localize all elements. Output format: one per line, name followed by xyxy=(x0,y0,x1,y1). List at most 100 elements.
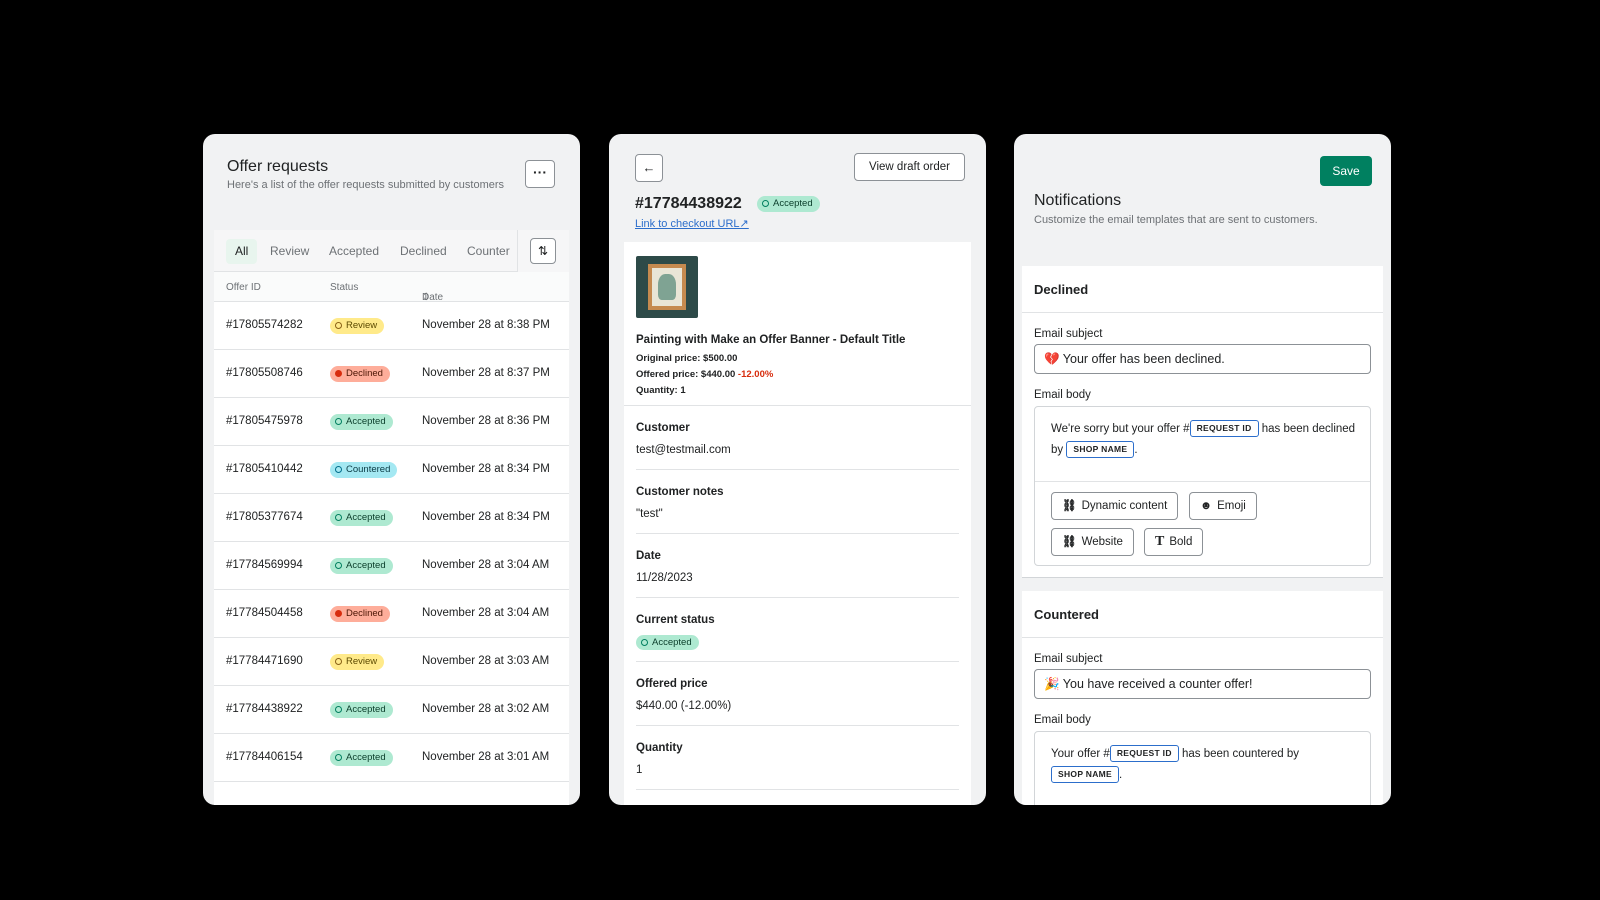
button-label: Website xyxy=(1081,536,1123,548)
email-subject-label: Email subject xyxy=(1034,328,1103,340)
date-cell: November 28 at 8:38 PM xyxy=(422,319,550,331)
original-price: Original price: $500.00 xyxy=(636,353,738,364)
email-body-editor[interactable]: Your offer # REQUEST ID has been countere… xyxy=(1034,731,1371,805)
email-body-label: Email body xyxy=(1034,714,1091,726)
card-heading: Countered xyxy=(1034,607,1099,622)
sort-button[interactable]: ⇅ xyxy=(530,238,556,264)
page-title: Notifications xyxy=(1034,192,1122,209)
dynamic-content-button[interactable]: ⛓ Dynamic content xyxy=(1051,492,1179,520)
sort-area: ⇅ xyxy=(517,230,569,272)
status-badge: Accepted xyxy=(757,196,820,212)
request-id-token[interactable]: REQUEST ID xyxy=(1189,420,1259,438)
notifications-panel: Save Notifications Customize the email t… xyxy=(1014,134,1391,805)
website-button[interactable]: ⛓ Website xyxy=(1051,528,1134,556)
table-row[interactable]: #17784438922 Accepted November 28 at 3:02 … xyxy=(214,686,569,734)
tab-countered[interactable]: Counter xyxy=(458,239,519,264)
editor-toolbar: ⛓ Dynamic content ☻ Emoji ⛓ Website T Bold xyxy=(1035,481,1370,566)
status-badge: Countered xyxy=(330,462,398,478)
status-badge-label: Accepted xyxy=(773,198,813,209)
status-dot-icon xyxy=(335,418,342,425)
quantity-value: 1 xyxy=(636,764,643,776)
save-button[interactable]: Save xyxy=(1320,156,1372,186)
date-cell: November 28 at 8:34 PM xyxy=(422,463,550,475)
status-badge-label: Countered xyxy=(346,464,391,475)
section-current-status: Current status Accepted xyxy=(636,598,959,662)
page-subtitle: Customize the email templates that are s… xyxy=(1034,214,1318,226)
offered-price: Offered price: $440.00 -12.00% xyxy=(636,369,773,380)
tab-accepted[interactable]: Accepted xyxy=(320,239,388,264)
offered-price-value: Offered price: $440.00 xyxy=(636,369,736,380)
tab-review[interactable]: Review xyxy=(261,239,318,264)
view-draft-order-button[interactable]: View draft order xyxy=(854,153,965,181)
section-label: Customer xyxy=(636,422,690,434)
bold-button[interactable]: T Bold xyxy=(1144,528,1204,556)
email-body-editor[interactable]: We're sorry but your offer # REQUEST ID h… xyxy=(1034,406,1371,566)
link-icon: ⛓ xyxy=(1062,536,1077,548)
tab-declined[interactable]: Declined xyxy=(391,239,456,264)
status-badge: Accepted xyxy=(330,510,393,526)
offers-table-card: All Review Accepted Declined Counter ⇅ O… xyxy=(214,230,569,805)
offer-requests-panel: Offer requests Here's a list of the offe… xyxy=(203,134,580,805)
tab-all[interactable]: All xyxy=(226,239,258,264)
offer-id-cell: #17784438922 xyxy=(226,703,303,715)
product-card: Painting with Make an Offer Banner - Def… xyxy=(624,242,971,406)
table-row[interactable]: #17784504458 Declined November 28 at 3:04 … xyxy=(214,590,569,638)
offer-info-card: Customer test@testmail.com Customer note… xyxy=(624,406,971,805)
table-row[interactable]: #17784569994 Accepted November 28 at 3:04 … xyxy=(214,542,569,590)
checkout-url-link[interactable]: Link to checkout URL↗ xyxy=(635,217,749,230)
status-badge: Review xyxy=(330,318,385,334)
emoji-button[interactable]: ☻ Emoji xyxy=(1189,492,1257,520)
request-id-token[interactable]: REQUEST ID xyxy=(1109,745,1179,763)
table-row[interactable]: #17805475978 Accepted November 28 at 8:36 … xyxy=(214,398,569,446)
product-quantity: Quantity: 1 xyxy=(636,385,686,396)
status-badge: Review xyxy=(330,654,385,670)
date-cell: November 28 at 8:34 PM xyxy=(422,511,550,523)
more-actions-button[interactable]: ··· xyxy=(525,160,555,188)
table-row[interactable]: #17784406154 Accepted November 28 at 3:01 … xyxy=(214,734,569,782)
email-body-label: Email body xyxy=(1034,389,1091,401)
arrow-left-icon: ← xyxy=(642,160,656,175)
table-row[interactable]: #17805574282 Review November 28 at 8:38 PM xyxy=(214,302,569,350)
current-status-label: Accepted xyxy=(652,637,692,648)
shop-name-token[interactable]: SHOP NAME xyxy=(1051,766,1120,784)
status-dot-icon xyxy=(335,514,342,521)
date-cell: November 28 at 3:04 AM xyxy=(422,559,550,571)
table-row[interactable]: #17805377674 Accepted November 28 at 8:34 … xyxy=(214,494,569,542)
link-icon: ⛓ xyxy=(1062,500,1077,512)
back-button[interactable]: ← xyxy=(635,154,663,182)
email-body-text[interactable]: We're sorry but your offer # REQUEST ID h… xyxy=(1051,419,1361,461)
offer-id-cell: #17805475978 xyxy=(226,415,303,427)
button-label: Bold xyxy=(1169,536,1193,548)
date-value: 11/28/2023 xyxy=(636,572,693,584)
status-badge: Accepted xyxy=(330,702,393,718)
sort-icon: ⇅ xyxy=(537,244,549,258)
date-cell: November 28 at 3:01 AM xyxy=(422,751,550,763)
table-row[interactable]: #17784471690 Review November 28 at 3:03 AM xyxy=(214,638,569,686)
status-badge: Accepted xyxy=(330,414,393,430)
status-dot-icon xyxy=(335,658,342,665)
section-quantity: Quantity 1 xyxy=(636,726,959,790)
bold-icon: T xyxy=(1155,534,1165,549)
status-badge: Accepted xyxy=(330,558,393,574)
status-badge-label: Accepted xyxy=(346,752,386,763)
page-title: Offer requests xyxy=(227,158,329,175)
status-dot-icon xyxy=(335,706,342,713)
email-body-text[interactable]: Your offer # REQUEST ID has been countere… xyxy=(1051,744,1361,786)
status-badge-label: Accepted xyxy=(346,560,386,571)
declined-template-card: Declined Email subject 💔 Your offer has … xyxy=(1022,266,1383,578)
table-row[interactable]: #17805410442 Countered November 28 at 8:34… xyxy=(214,446,569,494)
section-label: Offered price xyxy=(636,678,708,690)
status-badge: Declined xyxy=(330,366,390,382)
status-badge-label: Review xyxy=(346,656,378,667)
email-subject-input[interactable]: 💔 Your offer has been declined. xyxy=(1034,344,1371,374)
shop-name-token[interactable]: SHOP NAME xyxy=(1066,441,1135,459)
countered-template-card: Countered Email subject 🎉 You have recei… xyxy=(1022,591,1383,805)
column-offer-id: Offer ID xyxy=(226,282,261,293)
offer-id-cell: #17784471690 xyxy=(226,655,303,667)
body-text-part: . xyxy=(1119,769,1123,781)
email-subject-input[interactable]: 🎉 You have received a counter offer! xyxy=(1034,669,1371,699)
product-thumbnail xyxy=(636,256,698,318)
table-row[interactable]: #17805508746 Declined November 28 at 8:37 … xyxy=(214,350,569,398)
status-dot-icon xyxy=(641,639,648,646)
offer-id-cell: #17784569994 xyxy=(226,559,303,571)
